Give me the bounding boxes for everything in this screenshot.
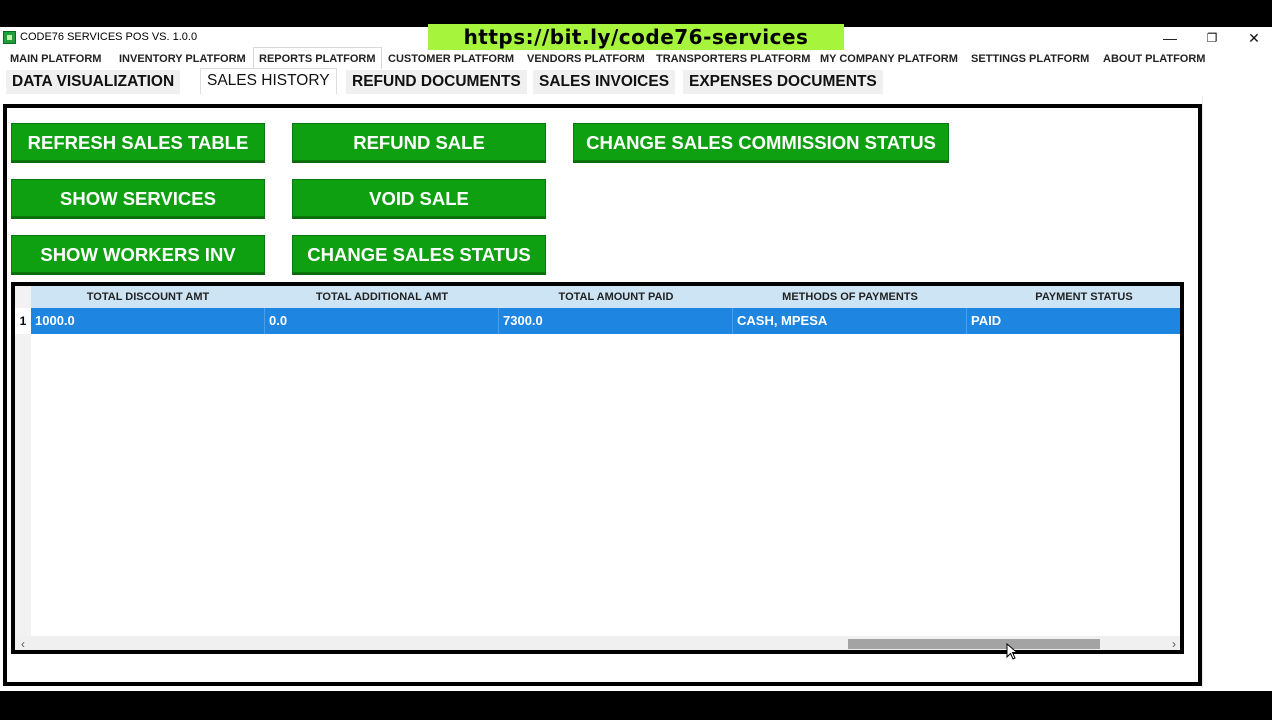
change-sales-commission-status-button[interactable]: CHANGE SALES COMMISSION STATUS [573, 123, 949, 161]
minimize-icon[interactable]: — [1150, 28, 1190, 48]
tab-sales-invoices[interactable]: SALES INVOICES [533, 70, 676, 94]
tab-refund-documents[interactable]: REFUND DOCUMENTS [346, 70, 527, 94]
tab-reports-platform[interactable]: REPORTS PLATFORM [253, 47, 382, 69]
right-blank-area [1202, 96, 1268, 688]
table-cell[interactable]: CASH, MPESA [733, 308, 967, 334]
tab-inventory-platform[interactable]: INVENTORY PLATFORM [119, 49, 246, 69]
app-icon [3, 31, 16, 44]
tab-transporters-platform[interactable]: TRANSPORTERS PLATFORM [656, 49, 810, 69]
bottom-letterbox [0, 691, 1272, 720]
window-title: CODE76 SERVICES POS VS. 1.0.0 [20, 31, 198, 43]
url-banner: https://bit.ly/code76-services [428, 24, 844, 50]
column-header[interactable]: PAYMENT STATUS [967, 286, 1180, 308]
tab-customer-platform[interactable]: CUSTOMER PLATFORM [388, 49, 514, 69]
refresh-sales-table-button[interactable]: REFRESH SALES TABLE [11, 123, 265, 161]
tab-settings-platform[interactable]: SETTINGS PLATFORM [971, 49, 1089, 69]
mouse-cursor-icon [1006, 643, 1019, 660]
table-cell[interactable]: 7300.0 [499, 308, 733, 334]
tab-expenses-documents[interactable]: EXPENSES DOCUMENTS [683, 70, 883, 94]
app-window: CODE76 SERVICES POS VS. 1.0.0 https://bi… [0, 24, 1272, 691]
show-services-button[interactable]: SHOW SERVICES [11, 179, 265, 217]
tab-vendors-platform[interactable]: VENDORS PLATFORM [527, 49, 645, 69]
tab-main-platform[interactable]: MAIN PLATFORM [10, 49, 101, 69]
row-header-column [15, 286, 31, 636]
table-cell[interactable]: PAID [967, 308, 1180, 334]
sub-tab-strip: DATA VISUALIZATION SALES HISTORY REFUND … [0, 68, 1272, 94]
void-sale-button[interactable]: VOID SALE [292, 179, 546, 217]
tab-sales-history[interactable]: SALES HISTORY [200, 68, 337, 94]
column-header[interactable]: TOTAL AMOUNT PAID [499, 286, 733, 308]
sales-history-panel: REFRESH SALES TABLE REFUND SALE CHANGE S… [3, 104, 1202, 686]
column-header[interactable]: METHODS OF PAYMENTS [733, 286, 967, 308]
scroll-right-icon[interactable]: › [1172, 636, 1176, 650]
show-workers-inv-button[interactable]: SHOW WORKERS INV [11, 235, 265, 273]
tab-my-company-platform[interactable]: MY COMPANY PLATFORM [820, 49, 958, 69]
title-bar: CODE76 SERVICES POS VS. 1.0.0 https://bi… [0, 24, 1272, 50]
close-icon[interactable]: ✕ [1234, 28, 1272, 48]
table-cell[interactable]: 1000.0 [31, 308, 265, 334]
table-cell[interactable]: 0.0 [265, 308, 499, 334]
scroll-left-icon[interactable]: ‹ [21, 636, 25, 650]
scrollbar-thumb[interactable] [848, 639, 1100, 649]
table-row[interactable]: 1000.0 0.0 7300.0 CASH, MPESA PAID [31, 308, 1180, 334]
table-header: TOTAL DISCOUNT AMT TOTAL ADDITIONAL AMT … [31, 286, 1180, 308]
platform-tab-strip: MAIN PLATFORM INVENTORY PLATFORM REPORTS… [0, 47, 1272, 69]
row-number[interactable]: 1 [15, 308, 31, 334]
refund-sale-button[interactable]: REFUND SALE [292, 123, 546, 161]
tab-about-platform[interactable]: ABOUT PLATFORM [1103, 49, 1205, 69]
top-letterbox [0, 0, 1272, 27]
sales-table: TOTAL DISCOUNT AMT TOTAL ADDITIONAL AMT … [11, 282, 1184, 654]
restore-icon[interactable]: ❐ [1192, 28, 1232, 48]
change-sales-status-button[interactable]: CHANGE SALES STATUS [292, 235, 546, 273]
column-header[interactable]: TOTAL DISCOUNT AMT [31, 286, 265, 308]
tab-data-visualization[interactable]: DATA VISUALIZATION [6, 70, 181, 94]
column-header[interactable]: TOTAL ADDITIONAL AMT [265, 286, 499, 308]
